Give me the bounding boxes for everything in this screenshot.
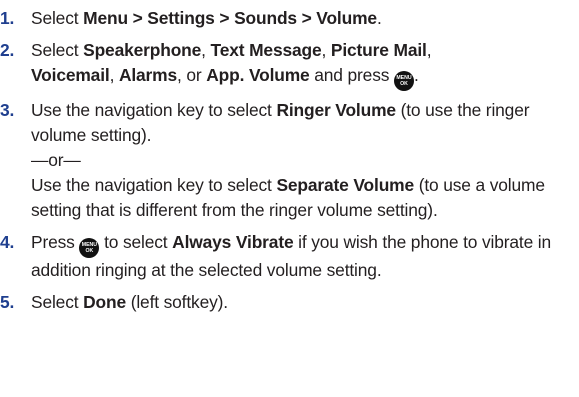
instructions-document: 1. Select Menu > Settings > Sounds > Vol… (0, 0, 579, 397)
step-5: 5. Select Done (left softkey). (0, 290, 579, 315)
step-text: Select (31, 292, 84, 312)
step-text: , (201, 40, 211, 60)
menu-key-line2: OK (400, 81, 408, 87)
step-text: Press (31, 232, 80, 252)
option-picture-mail: Picture Mail (330, 40, 427, 60)
step-text: Use the navigation key to select (31, 175, 277, 195)
or-separator: —or— (31, 150, 81, 170)
step-text: Select (31, 40, 84, 60)
option-alarms: Alarms (118, 65, 178, 85)
menu-ok-key-icon: MENU OK (393, 71, 414, 91)
menu-key-line2: OK (85, 248, 94, 254)
step-number: 1. (0, 8, 15, 28)
step-text: , (109, 65, 119, 85)
option-done: Done (83, 292, 127, 312)
option-separate-volume: Separate Volume (276, 175, 415, 195)
step-2: 2. Select Speakerphone, Text Message, Pi… (0, 38, 579, 91)
step-number: 4. (0, 232, 15, 252)
step-number: 5. (0, 292, 15, 312)
step-text: , (321, 40, 331, 60)
step-list: 1. Select Menu > Settings > Sounds > Vol… (0, 6, 579, 315)
step-text: Select (31, 8, 84, 28)
step-number: 2. (0, 40, 15, 60)
option-text-message: Text Message (210, 40, 322, 60)
menu-ok-key-icon: MENU OK (79, 238, 100, 258)
option-always-vibrate: Always Vibrate (172, 232, 294, 252)
option-voicemail: Voicemail (31, 65, 110, 85)
step-number: 3. (0, 100, 15, 120)
step-text: , or (177, 65, 207, 85)
option-app-volume: App. Volume (206, 65, 310, 85)
step-text: . (413, 65, 419, 85)
option-ringer-volume: Ringer Volume (276, 100, 396, 120)
step-text: . (376, 8, 382, 28)
option-speakerphone: Speakerphone (83, 40, 202, 60)
step-text: to select (99, 232, 173, 252)
step-3: 3. Use the navigation key to select Ring… (0, 98, 579, 223)
step-text: Use the navigation key to select (31, 100, 277, 120)
step-1: 1. Select Menu > Settings > Sounds > Vol… (0, 6, 579, 31)
step-text: , (426, 40, 432, 60)
step-text: and press (309, 65, 394, 85)
step-text: (left softkey). (126, 292, 228, 312)
menu-path: Menu > Settings > Sounds > Volume (83, 8, 377, 28)
step-4: 4. Press MENU OK to select Always Vibrate… (0, 230, 579, 283)
